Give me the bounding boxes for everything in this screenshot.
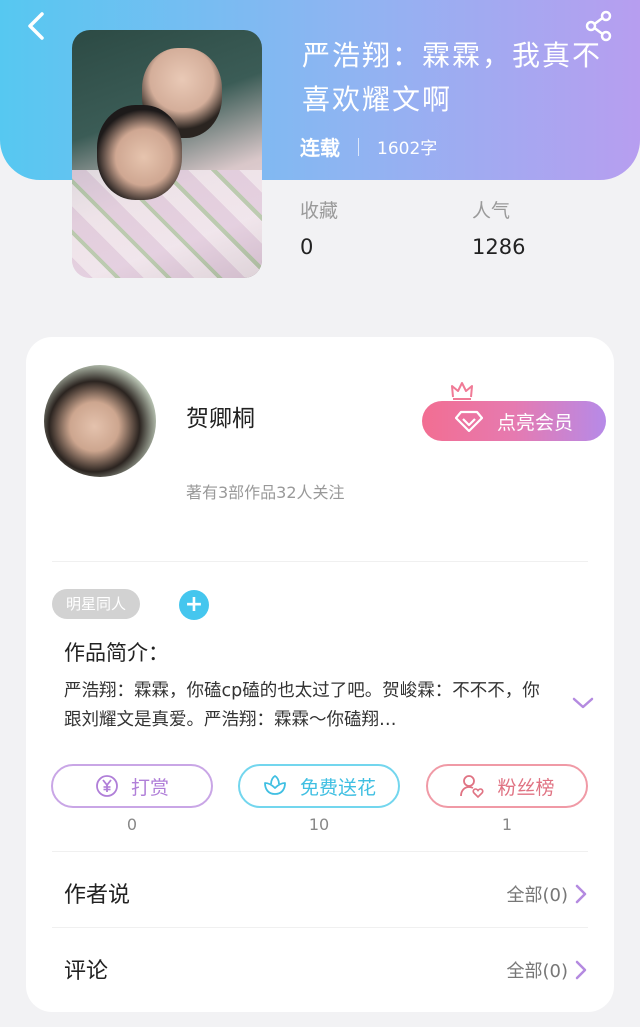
- chevron-down-icon: [572, 697, 594, 709]
- author-notes-title: 作者说: [64, 883, 131, 908]
- comments-all-label: 全部(0): [506, 961, 569, 982]
- author-name[interactable]: 贺卿桐: [186, 399, 255, 433]
- vip-button-label: 点亮会员: [496, 411, 573, 434]
- divider: [52, 927, 588, 928]
- tip-button-label: 打赏: [130, 776, 169, 799]
- book-cover-image[interactable]: [72, 30, 262, 278]
- favorites-label: 收藏: [300, 200, 339, 222]
- user-heart-icon: [460, 775, 484, 799]
- divider: [52, 851, 588, 852]
- add-tag-button[interactable]: +: [179, 590, 209, 620]
- author-notes-all-link[interactable]: 全部(0): [507, 881, 589, 907]
- genre-tag[interactable]: 明星同人: [52, 589, 141, 619]
- popularity-value: 1286: [472, 235, 526, 259]
- fans-rank-button[interactable]: 粉丝榜: [426, 764, 588, 808]
- meta-divider: [358, 137, 359, 156]
- diamond-icon: [454, 410, 483, 432]
- plus-icon: +: [184, 592, 204, 617]
- book-meta: 连载 1602字: [300, 132, 437, 161]
- intro-text: 严浩翔：霖霖，你磕cp磕的也太过了吧。贺峻霖：不不不，你跟刘耀文是真爱。严浩翔：…: [64, 681, 540, 730]
- flower-count: 10: [308, 815, 330, 834]
- detail-card: 贺卿桐 点亮会员 著有3部作品32人关注 明星同人 + 作品简介： 严浩翔：霖霖…: [26, 337, 614, 1012]
- author-stats: 著有3部作品32人关注: [186, 483, 345, 502]
- word-count: 1602字: [377, 139, 438, 159]
- chevron-right-icon: [575, 884, 587, 904]
- send-flower-button[interactable]: 免费送花: [238, 764, 400, 808]
- yen-coin-icon: [96, 775, 118, 797]
- flower-icon: [264, 774, 286, 795]
- cover-person-shape: [97, 105, 182, 200]
- intro-heading: 作品简介：: [64, 641, 169, 665]
- tip-button[interactable]: 打赏: [51, 764, 213, 808]
- favorites-stat: 收藏 0: [300, 196, 338, 259]
- favorites-value: 0: [300, 235, 314, 259]
- popularity-label: 人气: [472, 200, 511, 222]
- fans-rank-label: 粉丝榜: [497, 776, 555, 799]
- tip-count: 0: [126, 815, 138, 834]
- comments-title: 评论: [64, 959, 109, 984]
- serial-status: 连载: [300, 136, 340, 160]
- book-title: 严浩翔：霖霖，我真不喜欢耀文啊: [302, 39, 603, 116]
- author-notes-all-label: 全部(0): [506, 885, 569, 906]
- comments-all-link[interactable]: 全部(0): [507, 957, 589, 983]
- expand-intro-button[interactable]: [572, 695, 594, 711]
- popularity-stat: 人气 1286: [472, 196, 525, 259]
- fans-count: 1: [501, 815, 513, 834]
- back-arrow-icon: [28, 12, 44, 40]
- author-avatar[interactable]: [44, 365, 156, 477]
- back-button[interactable]: [22, 10, 54, 42]
- crown-icon: [451, 382, 473, 400]
- divider: [52, 561, 588, 562]
- vip-button[interactable]: 点亮会员: [422, 401, 606, 441]
- chevron-right-icon: [575, 960, 587, 980]
- send-flower-label: 免费送花: [299, 776, 376, 799]
